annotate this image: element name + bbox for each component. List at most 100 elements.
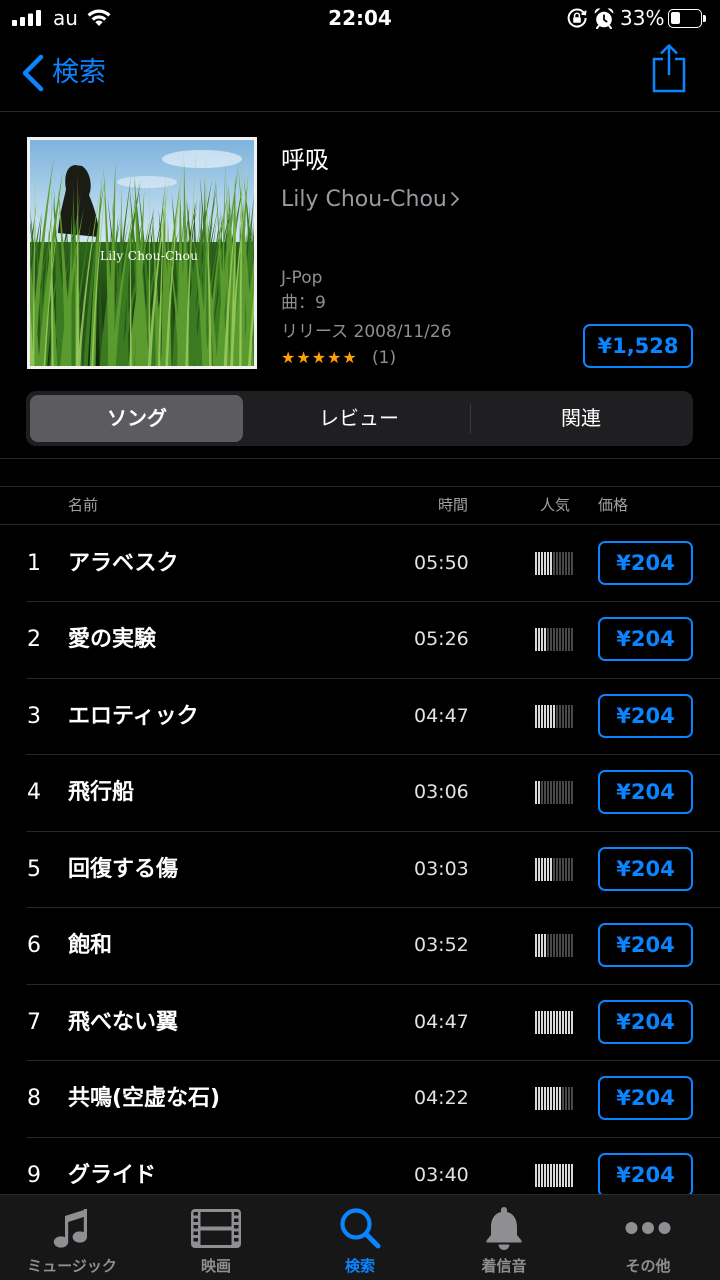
popularity-bar: [553, 934, 555, 957]
popularity-bar: [571, 934, 573, 957]
track-popularity: [535, 781, 574, 804]
buy-track-button[interactable]: ¥204: [598, 1000, 693, 1044]
track-row[interactable]: 6 飽和 03:52 ¥204: [0, 907, 720, 984]
tab-music[interactable]: ミュージック: [0, 1195, 144, 1280]
popularity-bar: [553, 628, 555, 651]
track-row[interactable]: 8 共鳴(空虚な石) 04:22 ¥204: [0, 1060, 720, 1137]
popularity-bar: [568, 1087, 570, 1110]
popularity-bar: [562, 781, 564, 804]
tab-movies[interactable]: 映画: [144, 1195, 288, 1280]
buy-track-button[interactable]: ¥204: [598, 617, 693, 661]
segment-related[interactable]: 関連: [470, 391, 692, 446]
popularity-bar: [541, 628, 543, 651]
tab-label: 検索: [344, 1257, 375, 1275]
popularity-bar: [553, 1087, 555, 1110]
battery-nub: [703, 15, 706, 22]
alarm-icon: [594, 8, 614, 29]
popularity-bar: [562, 705, 564, 728]
popularity-bar: [553, 1164, 555, 1187]
popularity-bar: [547, 934, 549, 957]
popularity-bar: [556, 628, 558, 651]
column-header-popularity: 人気: [540, 496, 571, 514]
carrier-name: au: [53, 6, 78, 30]
popularity-bar: [565, 1164, 567, 1187]
popularity-bar: [562, 934, 564, 957]
buy-album-button[interactable]: ¥1,528: [583, 324, 693, 368]
track-duration: 04:47: [414, 1011, 469, 1033]
album-art[interactable]: Lily Chou-Chou: [27, 137, 257, 369]
track-number: 2: [27, 627, 41, 652]
popularity-bar: [556, 1011, 558, 1034]
popularity-bar: [565, 1011, 567, 1034]
popularity-bar: [541, 1011, 543, 1034]
column-header-name: 名前: [68, 496, 99, 514]
track-row[interactable]: 1 アラベスク 05:50 ¥204: [0, 525, 720, 602]
popularity-bar: [571, 705, 573, 728]
music-note-icon: [53, 1209, 87, 1248]
row-separator: [26, 907, 720, 908]
popularity-bar: [556, 934, 558, 957]
column-header-time: 時間: [438, 496, 469, 514]
buy-track-button[interactable]: ¥204: [598, 770, 693, 814]
track-row[interactable]: 3 エロティック 04:47 ¥204: [0, 678, 720, 755]
track-duration: 03:03: [414, 858, 469, 880]
track-popularity: [535, 858, 574, 881]
popularity-bar: [541, 552, 543, 575]
segment-reviews[interactable]: レビュー: [248, 391, 470, 446]
popularity-bar: [565, 552, 567, 575]
track-number: 6: [27, 933, 41, 958]
status-bar: au 22:04 33%: [0, 0, 720, 40]
popularity-bar: [565, 781, 567, 804]
track-popularity: [535, 1087, 574, 1110]
popularity-bar: [538, 628, 540, 651]
artist-link[interactable]: Lily Chou-Chou: [281, 184, 460, 216]
popularity-bar: [535, 934, 537, 957]
popularity-bar: [538, 858, 540, 881]
tab-ringtones[interactable]: 着信音: [432, 1195, 576, 1280]
popularity-bar: [562, 858, 564, 881]
popularity-bar: [544, 858, 546, 881]
popularity-bar: [571, 858, 573, 881]
popularity-bar: [553, 781, 555, 804]
track-popularity: [535, 705, 574, 728]
segment-songs[interactable]: ソング: [26, 391, 248, 446]
track-row[interactable]: 7 飛べない翼 04:47 ¥204: [0, 984, 720, 1061]
tab-more[interactable]: その他: [576, 1195, 720, 1280]
popularity-bar: [541, 858, 543, 881]
track-row[interactable]: 5 回復する傷 03:03 ¥204: [0, 831, 720, 908]
popularity-bar: [547, 1087, 549, 1110]
popularity-bar: [547, 781, 549, 804]
film-icon: [191, 1209, 241, 1248]
track-number: 3: [27, 704, 41, 729]
buy-track-button[interactable]: ¥204: [598, 1076, 693, 1120]
popularity-bar: [556, 1164, 558, 1187]
back-label[interactable]: 検索: [52, 54, 106, 92]
buy-track-button[interactable]: ¥204: [598, 923, 693, 967]
buy-track-button[interactable]: ¥204: [598, 847, 693, 891]
popularity-bar: [535, 705, 537, 728]
popularity-bar: [553, 858, 555, 881]
popularity-bar: [553, 705, 555, 728]
buy-track-button[interactable]: ¥204: [598, 694, 693, 738]
track-number: 7: [27, 1010, 41, 1035]
popularity-bar: [541, 1087, 543, 1110]
track-duration: 05:50: [414, 552, 469, 574]
track-row[interactable]: 2 愛の実験 05:26 ¥204: [0, 601, 720, 678]
album-art-cloud: [117, 176, 177, 188]
track-row[interactable]: 4 飛行船 03:06 ¥204: [0, 754, 720, 831]
tab-search[interactable]: 検索: [288, 1195, 432, 1280]
popularity-bar: [562, 628, 564, 651]
buy-track-button[interactable]: ¥204: [598, 1153, 693, 1197]
popularity-bar: [550, 1164, 552, 1187]
search-icon: [340, 1208, 381, 1249]
share-icon[interactable]: [650, 43, 688, 93]
popularity-bar: [568, 781, 570, 804]
track-title: 共鳴(空虚な石): [68, 1086, 221, 1111]
chevron-left-icon: [22, 54, 44, 92]
popularity-bar: [565, 858, 567, 881]
battery-level: [671, 12, 680, 24]
buy-track-button[interactable]: ¥204: [598, 541, 693, 585]
popularity-bar: [547, 552, 549, 575]
popularity-bar: [559, 934, 561, 957]
track-popularity: [535, 934, 574, 957]
